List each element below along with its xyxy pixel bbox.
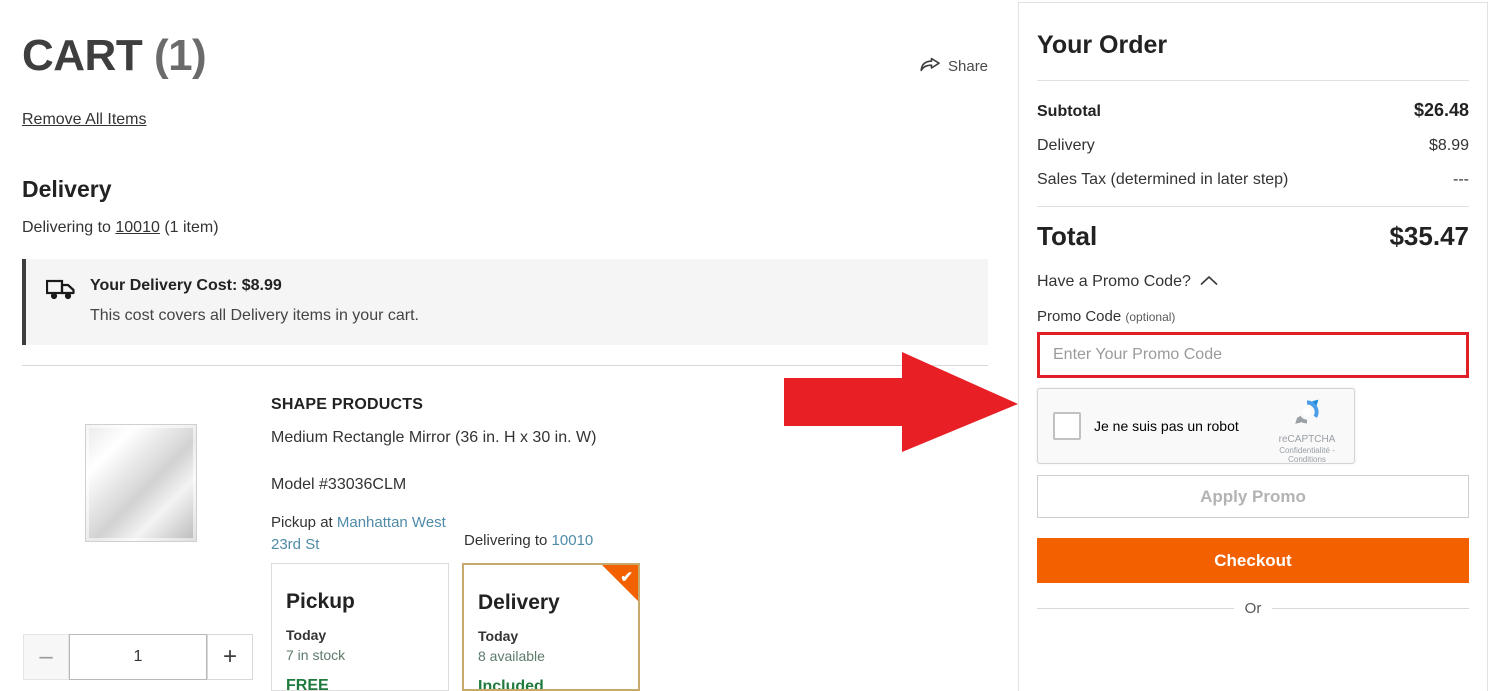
promo-code-input-wrapper[interactable] bbox=[1037, 332, 1469, 378]
checkout-button[interactable]: Checkout bbox=[1037, 538, 1469, 583]
delivery-section-heading: Delivery bbox=[22, 176, 112, 203]
summary-row-sales-tax: Sales Tax (determined in later step) --- bbox=[1037, 171, 1469, 189]
delivery-option-when: Today bbox=[478, 628, 638, 644]
recaptcha-brand-text: reCAPTCHA bbox=[1269, 434, 1345, 445]
fulfillment-option-delivery[interactable]: ✔ Delivery Today 8 available Included bbox=[462, 563, 640, 691]
cart-header: CART (1) bbox=[22, 34, 206, 78]
product-info: SHAPE PRODUCTS Medium Rectangle Mirror (… bbox=[271, 396, 691, 494]
delivery-cost-line: Your Delivery Cost: $8.99 bbox=[90, 275, 419, 297]
product-image[interactable] bbox=[58, 408, 223, 558]
summary-row-delivery: Delivery $8.99 bbox=[1037, 137, 1469, 155]
delivery-fee-value: $8.99 bbox=[1429, 137, 1469, 155]
delivering-to-text: Delivering to 10010 (1 item) bbox=[22, 219, 219, 237]
page-title: CART (1) bbox=[22, 34, 206, 78]
pickup-option-title: Pickup bbox=[286, 590, 448, 614]
or-line-right bbox=[1272, 608, 1469, 609]
summary-row-subtotal: Subtotal $26.48 bbox=[1037, 100, 1469, 121]
mirror-product-thumbnail bbox=[85, 424, 197, 542]
delivery-zip-link[interactable]: 10010 bbox=[115, 219, 160, 236]
promo-label-optional: (optional) bbox=[1125, 310, 1175, 324]
promo-toggle-label: Have a Promo Code? bbox=[1037, 273, 1191, 291]
share-button[interactable]: Share bbox=[920, 57, 988, 75]
check-icon: ✔ bbox=[620, 568, 633, 586]
subtotal-label: Subtotal bbox=[1037, 103, 1101, 121]
product-delivery-zip-link[interactable]: 10010 bbox=[552, 532, 594, 549]
pickup-option-stock: 7 in stock bbox=[286, 647, 448, 663]
quantity-stepper[interactable]: – 1 + bbox=[23, 634, 253, 680]
pickup-location-text: Pickup at Manhattan West 23rd St bbox=[271, 512, 456, 556]
sales-tax-value: --- bbox=[1453, 171, 1469, 189]
or-label: Or bbox=[1245, 600, 1262, 617]
sales-tax-label: Sales Tax (determined in later step) bbox=[1037, 171, 1288, 189]
order-summary-title: Your Order bbox=[1037, 31, 1469, 60]
pickup-option-when: Today bbox=[286, 627, 448, 643]
recaptcha-widget[interactable]: Je ne suis pas un robot reCAPTCHA Confid… bbox=[1037, 388, 1355, 464]
recaptcha-label: Je ne suis pas un robot bbox=[1094, 418, 1239, 434]
product-brand: SHAPE PRODUCTS bbox=[271, 396, 691, 414]
cart-title-text: CART bbox=[22, 31, 142, 80]
delivery-cost-note: This cost covers all Delivery items in y… bbox=[90, 305, 419, 327]
fulfillment-option-pickup[interactable]: Pickup Today 7 in stock FREE bbox=[271, 563, 449, 691]
recaptcha-icon bbox=[1269, 396, 1345, 433]
or-separator: Or bbox=[1037, 600, 1469, 617]
share-icon bbox=[920, 57, 940, 75]
cart-page: CART (1) Remove All Items Share Delivery… bbox=[0, 0, 1500, 691]
selected-check-corner: ✔ bbox=[602, 565, 638, 601]
or-line-left bbox=[1037, 608, 1234, 609]
share-label: Share bbox=[948, 58, 988, 75]
cart-column: CART (1) Remove All Items Share Delivery… bbox=[0, 0, 1010, 691]
quantity-value[interactable]: 1 bbox=[69, 634, 207, 680]
promo-label-text: Promo Code bbox=[1037, 308, 1121, 325]
product-model: Model #33036CLM bbox=[271, 476, 691, 494]
pickup-option-price: FREE bbox=[286, 677, 448, 691]
truck-icon bbox=[46, 279, 76, 306]
quantity-increase-button[interactable]: + bbox=[207, 634, 253, 680]
delivery-cost-banner: Your Delivery Cost: $8.99 This cost cove… bbox=[22, 259, 988, 345]
panel-divider-total bbox=[1037, 206, 1469, 207]
total-value: $35.47 bbox=[1389, 221, 1469, 252]
delivery-cost-text: Your Delivery Cost: $8.99 This cost cove… bbox=[90, 275, 419, 326]
promo-code-field-label: Promo Code (optional) bbox=[1037, 308, 1469, 325]
panel-divider-top bbox=[1037, 80, 1469, 81]
product-delivering-prefix: Delivering to bbox=[464, 532, 552, 549]
product-name[interactable]: Medium Rectangle Mirror (36 in. H x 30 i… bbox=[271, 428, 691, 448]
apply-promo-button[interactable]: Apply Promo bbox=[1037, 475, 1469, 518]
total-label: Total bbox=[1037, 221, 1097, 252]
delivery-option-stock: 8 available bbox=[478, 648, 638, 664]
pickup-at-prefix: Pickup at bbox=[271, 514, 337, 531]
delivery-option-price: Included bbox=[478, 678, 638, 691]
promo-code-input[interactable] bbox=[1040, 335, 1466, 375]
quantity-decrease-button[interactable]: – bbox=[23, 634, 69, 680]
order-summary-panel: Your Order Subtotal $26.48 Delivery $8.9… bbox=[1018, 2, 1488, 691]
delivering-to-suffix: (1 item) bbox=[160, 219, 219, 236]
chevron-up-icon bbox=[1200, 273, 1218, 291]
delivering-to-prefix: Delivering to bbox=[22, 219, 115, 236]
recaptcha-branding: reCAPTCHA Confidentialité - Conditions bbox=[1269, 396, 1345, 464]
delivery-fee-label: Delivery bbox=[1037, 137, 1095, 155]
cart-item-count: (1) bbox=[154, 31, 206, 80]
remove-all-items-link[interactable]: Remove All Items bbox=[22, 111, 146, 129]
recaptcha-checkbox[interactable] bbox=[1053, 412, 1081, 440]
subtotal-value: $26.48 bbox=[1414, 100, 1469, 121]
product-delivering-to-text: Delivering to 10010 bbox=[464, 532, 593, 549]
order-total-row: Total $35.47 bbox=[1037, 221, 1469, 252]
section-divider bbox=[22, 365, 988, 366]
recaptcha-terms-text[interactable]: Confidentialité - Conditions bbox=[1269, 446, 1345, 464]
promo-code-toggle[interactable]: Have a Promo Code? bbox=[1037, 273, 1469, 291]
